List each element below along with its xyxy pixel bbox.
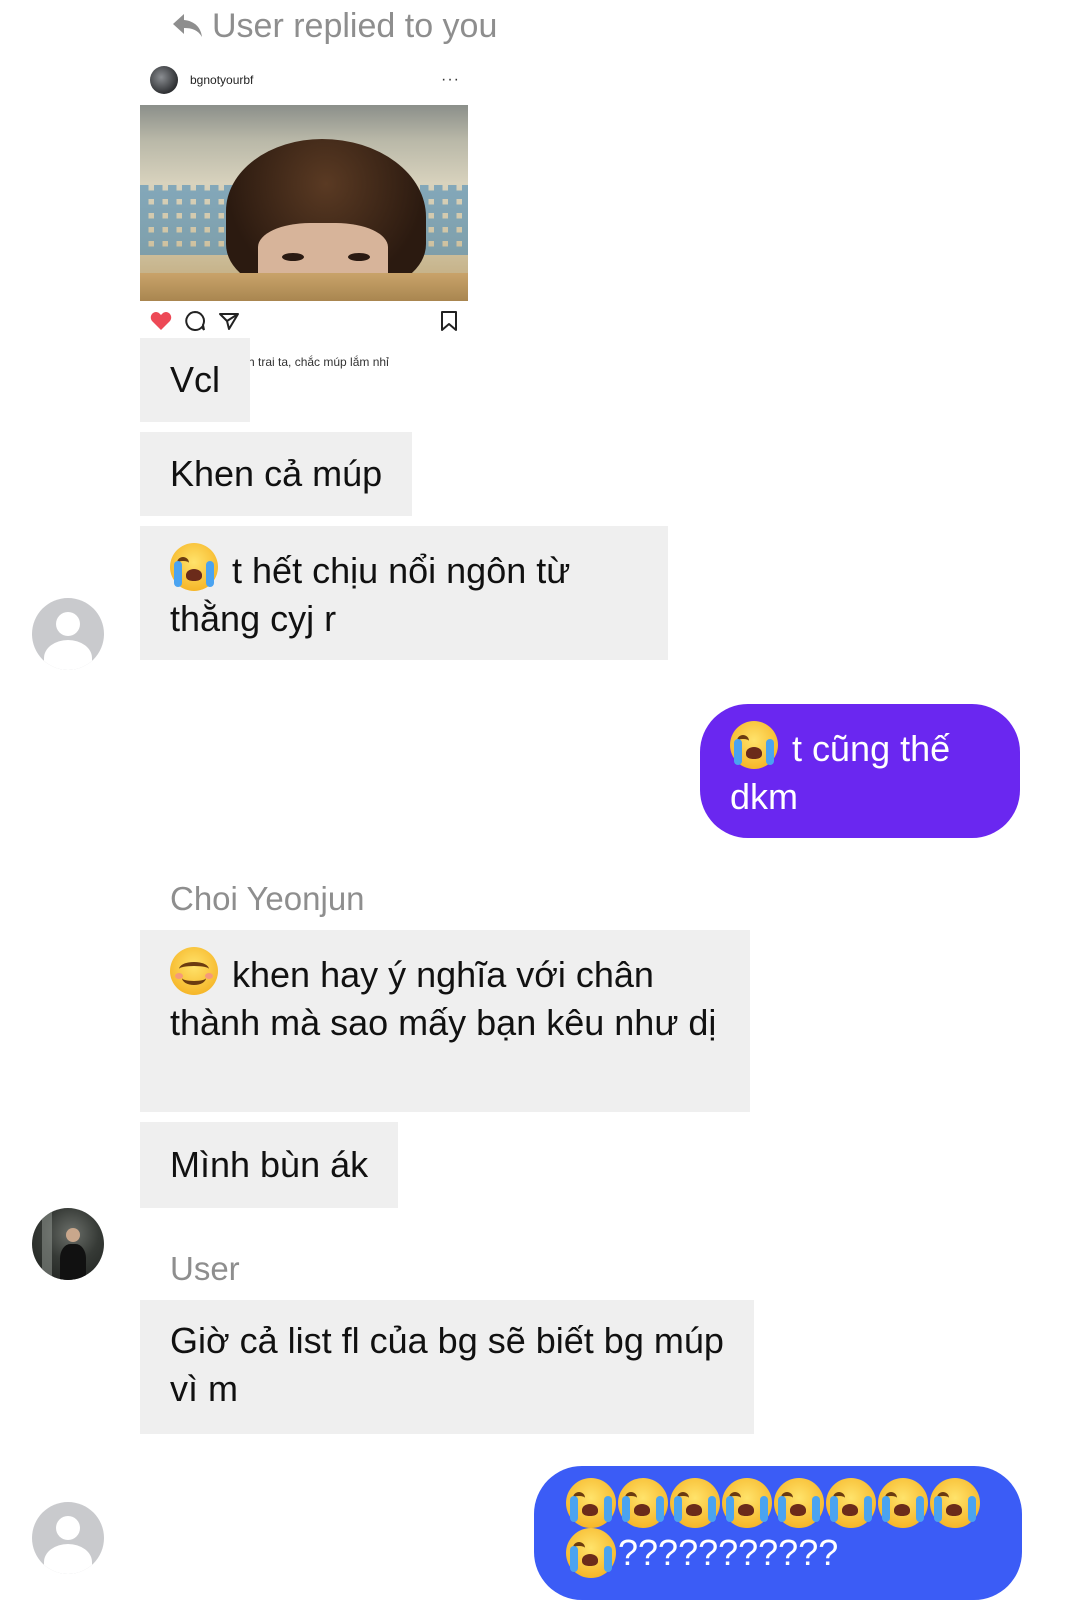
- share-icon[interactable]: [218, 311, 240, 331]
- loudly-crying-emoji-icon: [670, 1478, 720, 1528]
- comment-icon[interactable]: [184, 310, 206, 332]
- post-author-avatar[interactable]: [150, 66, 178, 94]
- message-bubble-incoming[interactable]: Giờ cả list fl của bg sẽ biết bg múp vì …: [140, 1300, 754, 1434]
- post-caption: h trai ta, chắc múp lắm nhỉ: [248, 355, 389, 369]
- shared-post[interactable]: bgnotyourbf ··· h trai ta, chắc múp lắm …: [140, 60, 468, 380]
- loudly-crying-emoji-icon: [730, 721, 778, 769]
- message-text: Giờ cả list fl của bg sẽ biết bg múp vì …: [170, 1320, 724, 1409]
- message-text: Vcl: [170, 359, 221, 400]
- emoji-row: ???????????: [566, 1528, 982, 1578]
- emoji-row: [566, 1478, 982, 1528]
- message-bubble-incoming[interactable]: Vcl: [140, 338, 251, 422]
- message-bubble-incoming[interactable]: khen hay ý nghĩa với chân thành mà sao m…: [140, 930, 750, 1112]
- heart-icon[interactable]: [150, 311, 172, 331]
- message-bubble-incoming[interactable]: t hết chịu nổi ngôn từ thằng cyj r: [140, 526, 668, 660]
- sender-avatar-choi-yeonjun[interactable]: [32, 1208, 104, 1280]
- sender-name: User: [170, 1250, 240, 1287]
- message-bubble-outgoing[interactable]: ???????????: [534, 1466, 1022, 1600]
- message-text: ???????????: [618, 1532, 839, 1573]
- post-action-bar: [150, 308, 460, 334]
- sender-name: Choi Yeonjun: [170, 880, 365, 917]
- sender-avatar-user[interactable]: [32, 1502, 104, 1574]
- message-text: Mình bùn ák: [170, 1144, 369, 1185]
- loudly-crying-emoji-icon: [722, 1478, 772, 1528]
- loudly-crying-emoji-icon: [170, 543, 218, 591]
- loudly-crying-emoji-icon: [566, 1478, 616, 1528]
- loudly-crying-emoji-icon: [930, 1478, 980, 1528]
- message-text: t hết chịu nổi ngôn từ thằng cyj r: [170, 550, 571, 639]
- message-text: Khen cả múp: [170, 453, 383, 494]
- reply-header: User replied to you: [170, 4, 497, 48]
- loudly-crying-emoji-icon: [878, 1478, 928, 1528]
- loudly-crying-emoji-icon: [566, 1528, 616, 1578]
- sender-avatar-user[interactable]: [32, 598, 104, 670]
- message-text: khen hay ý nghĩa với chân thành mà sao m…: [170, 954, 717, 1043]
- post-username[interactable]: bgnotyourbf: [190, 73, 253, 87]
- post-image[interactable]: [140, 105, 468, 301]
- message-bubble-incoming[interactable]: Mình bùn ák: [140, 1122, 399, 1208]
- post-header: bgnotyourbf ···: [150, 64, 460, 96]
- message-bubble-outgoing[interactable]: t cũng thế dkm: [700, 704, 1020, 838]
- message-bubble-incoming[interactable]: Khen cả múp: [140, 432, 413, 516]
- bookmark-icon[interactable]: [440, 310, 458, 332]
- loudly-crying-emoji-icon: [826, 1478, 876, 1528]
- reply-arrow-icon: [173, 14, 202, 37]
- loudly-crying-emoji-icon: [618, 1478, 668, 1528]
- reply-header-text: User replied to you: [212, 6, 498, 45]
- more-options-icon[interactable]: ···: [441, 71, 460, 89]
- smiling-face-emoji-icon: [170, 947, 218, 995]
- loudly-crying-emoji-icon: [774, 1478, 824, 1528]
